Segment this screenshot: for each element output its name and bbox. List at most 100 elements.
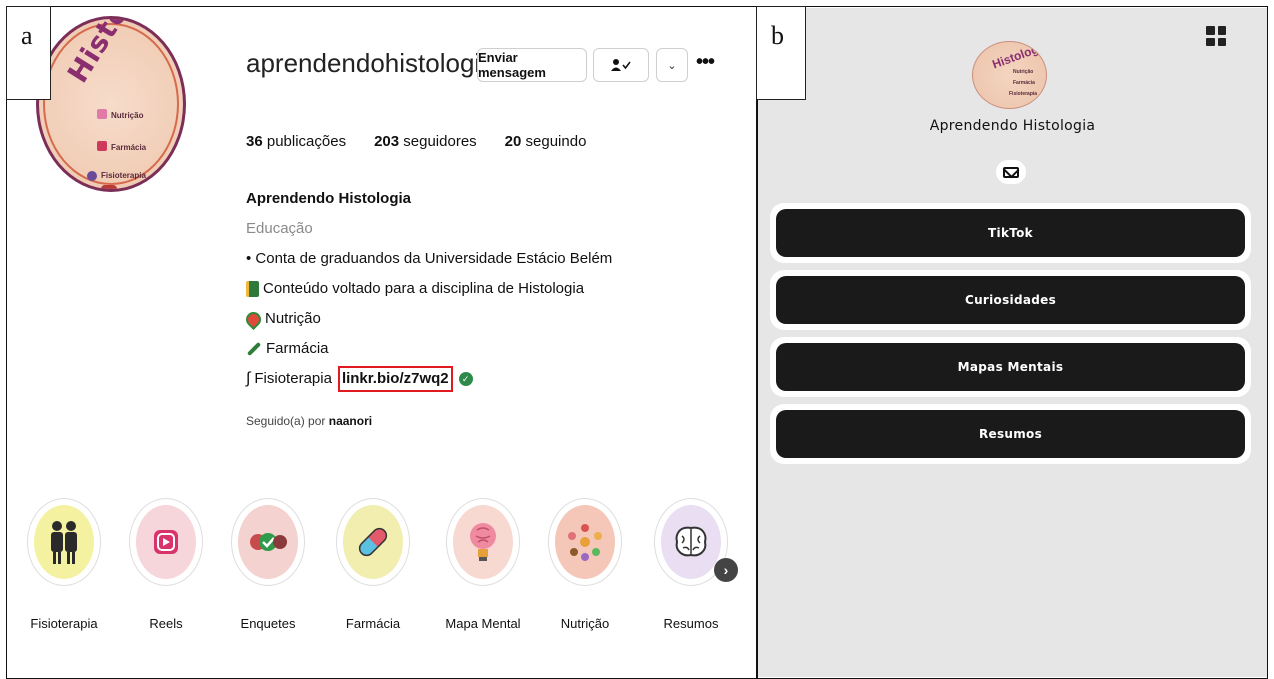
physio-icon (87, 171, 97, 181)
nutrition-icon (97, 109, 107, 119)
email-button[interactable] (996, 160, 1026, 184)
bio-line: • Conta de graduandos da Universidade Es… (246, 250, 613, 267)
highlight-cover (136, 505, 196, 579)
link-label: Resumos (776, 410, 1245, 458)
bio-category: Educação (246, 220, 313, 237)
link-button-resumos[interactable]: Resumos (770, 404, 1251, 464)
qr-code-button[interactable] (1206, 26, 1226, 46)
avatar-item: Nutrição (1013, 69, 1034, 75)
bio-line: Farmácia (246, 334, 612, 364)
highlight-ring (129, 498, 203, 586)
send-message-button[interactable]: Enviar mensagem (477, 48, 587, 82)
highlight-label: Mapa Mental (445, 616, 521, 631)
highlight-enquetes[interactable]: Enquetes (225, 498, 311, 631)
linkinbio-panel: Histologia Nutrição Farmácia Fisioterapi… (758, 8, 1267, 677)
panel-label-a: a (6, 6, 51, 100)
followed-by-user[interactable]: naanori (329, 414, 372, 428)
pill-icon (358, 527, 388, 557)
highlight-label: Enquetes (240, 616, 296, 631)
syringe-icon (246, 341, 262, 357)
highlight-label: Reels (149, 616, 183, 631)
highlight-cover (238, 505, 298, 579)
avatar-item: Nutrição (111, 111, 144, 120)
highlight-label: Farmácia (345, 616, 401, 631)
link-list: TikTok Curiosidades Mapas Mentais Resumo… (770, 203, 1255, 471)
mail-icon (1003, 166, 1019, 178)
chevron-right-icon: › (723, 562, 729, 578)
highlight-mapa-mental[interactable]: Mapa Mental (440, 498, 526, 631)
link-button-tiktok[interactable]: TikTok (770, 203, 1251, 263)
brain-icon (675, 526, 707, 557)
poll-check-icon (250, 533, 287, 551)
linkinbio-avatar: Histologia Nutrição Farmácia Fisioterapi… (972, 41, 1047, 109)
bio-line: ∫ Fisioterapia linkr.bio/z7wq2 ✓ (246, 364, 612, 394)
bio-text: Nutrição (265, 310, 321, 327)
stat-followers[interactable]: 203 seguidores (374, 133, 477, 150)
highlight-cover (34, 505, 94, 579)
highlight-cover (343, 505, 403, 579)
highlight-cover (661, 505, 721, 579)
highlight-ring (446, 498, 520, 586)
highlight-farmacia[interactable]: Farmácia (330, 498, 416, 631)
profile-username: aprendendohistologia_ (246, 48, 510, 78)
linkinbio-name: Aprendendo Histologia (929, 118, 1096, 134)
link-label: Mapas Mentais (776, 343, 1245, 391)
more-dots-icon: ••• (696, 51, 715, 73)
pharmacy-icon (97, 141, 107, 151)
qr-code-icon (1206, 26, 1215, 35)
highlight-label: Nutrição (560, 616, 610, 631)
highlight-label: Resumos (663, 616, 719, 631)
leg-icon: ∫ (246, 370, 251, 387)
highlight-label: Fisioterapia (30, 616, 98, 631)
highlight-ring (231, 498, 305, 586)
link-button-curiosidades[interactable]: Curiosidades (770, 270, 1251, 330)
stat-following[interactable]: 20 seguindo (505, 133, 587, 150)
bio-link[interactable]: linkr.bio/z7wq2 (337, 366, 453, 392)
watermelon-icon (242, 308, 265, 330)
followed-by: Seguido(a) por naanori (246, 414, 372, 428)
instagram-profile-panel: Histologia Nutrição Farmácia Fisioterapi… (8, 8, 755, 677)
following-button[interactable] (593, 48, 649, 82)
highlight-ring (336, 498, 410, 586)
bio-name: Aprendendo Histologia (246, 190, 411, 207)
highlight-fisioterapia[interactable]: Fisioterapia (21, 498, 107, 631)
highlight-nutricao[interactable]: Nutrição (542, 498, 628, 631)
highlight-cover (555, 505, 615, 579)
bio-text: Fisioterapia (254, 370, 332, 387)
link-label: Curiosidades (776, 276, 1245, 324)
suggestions-dropdown-button[interactable]: ⌄ (656, 48, 688, 82)
chevron-down-icon: ⌄ (667, 59, 677, 72)
link-label: TikTok (776, 209, 1245, 257)
highlights-next-button[interactable]: › (714, 558, 738, 582)
stat-posts[interactable]: 36 publicações (246, 133, 346, 150)
verified-check-icon: ✓ (458, 372, 473, 386)
panel-label-b: b (756, 6, 806, 100)
highlight-ring (548, 498, 622, 586)
story-highlights: Fisioterapia Reels Enquetes Farmácia Map… (8, 498, 755, 658)
highlight-reels[interactable]: Reels (123, 498, 209, 631)
link-button-mapas-mentais[interactable]: Mapas Mentais (770, 337, 1251, 397)
avatar-title: Histologia (990, 41, 1047, 72)
person-check-icon (611, 59, 631, 71)
bio-line: Nutrição (242, 304, 612, 334)
bio-text: Conteúdo voltado para a disciplina de Hi… (263, 280, 585, 297)
bio-line: Conteúdo voltado para a disciplina de Hi… (246, 274, 612, 304)
profile-avatar[interactable]: Histologia Nutrição Farmácia Fisioterapi… (36, 16, 186, 192)
highlight-cover (453, 505, 513, 579)
profile-stats: 36 publicações 203 seguidores 20 seguind… (246, 133, 586, 150)
highlight-ring (27, 498, 101, 586)
brain-bulb-icon (470, 523, 496, 561)
avatar-item: Fisioterapia (101, 171, 146, 180)
elderly-couple-icon (51, 521, 77, 564)
more-options-button[interactable]: ••• (696, 52, 715, 72)
person-illustration (101, 185, 117, 189)
avatar-item: Fisioterapia (1009, 91, 1038, 97)
followed-by-prefix: Seguido(a) por (246, 414, 326, 428)
avatar-item: Farmácia (111, 143, 147, 152)
profile-bio: Aprendendo Histologia Educação • Conta d… (242, 184, 613, 394)
food-plate-icon (568, 524, 602, 561)
avatar-item: Farmácia (1013, 80, 1035, 86)
book-icon (246, 281, 259, 297)
reels-icon (154, 530, 178, 554)
bio-text: Farmácia (266, 340, 329, 357)
